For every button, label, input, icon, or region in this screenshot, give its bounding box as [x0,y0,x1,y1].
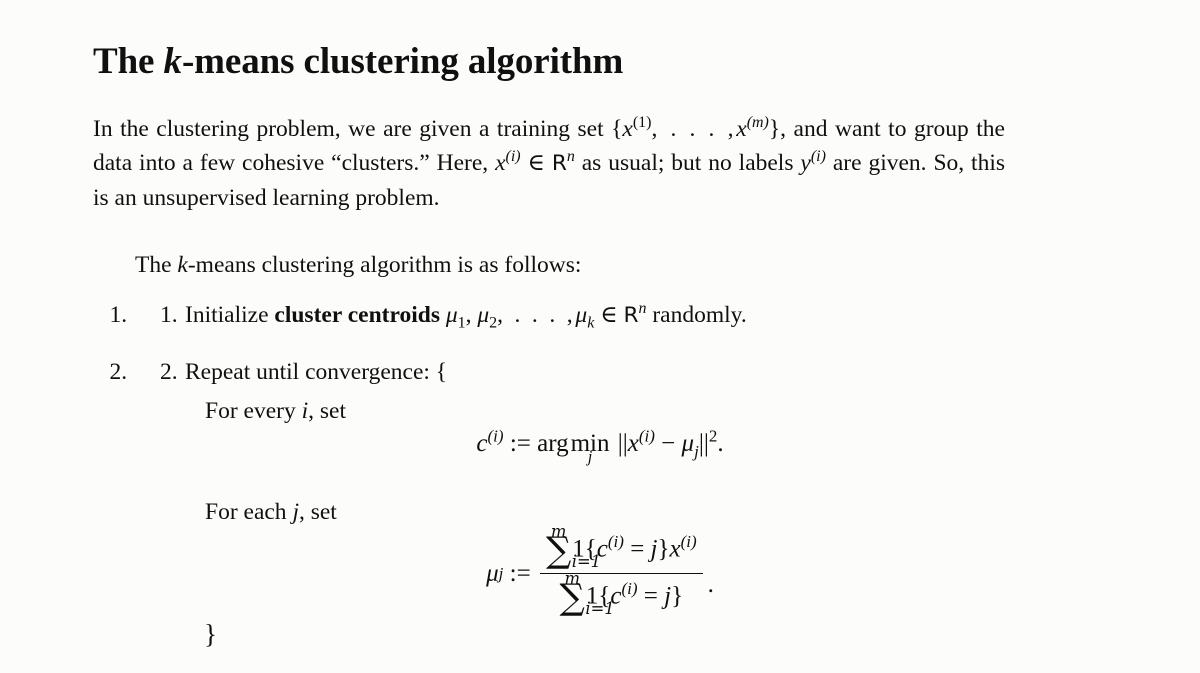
closing-brace: } [204,619,217,649]
eq2-den-c-superscript: (i) [621,579,638,598]
real-numbers-symbol-2: R [623,302,639,328]
intro-paragraph: In the clustering problem, we are given … [93,112,1005,216]
eq2-num-x: x [669,535,681,563]
eq2-numerator: ∑ m i=1 1{c(i) = j}x(i) [539,522,703,574]
intro-sentence-1: In the clustering problem, we are given … [93,115,612,142]
step-1-text-a: Initialize [185,301,275,328]
set-close-brace: } [768,115,781,142]
equation-assignment-c: c(i) := argmin j ||x(i) − μj||2. [0,426,1200,466]
mu-separator-1: , [465,301,478,328]
eq1-mu: μ [681,430,695,457]
eq1-period: . [717,430,724,457]
for-every-i-line: For every i, set [205,398,346,425]
eq2-den-sum-lower-limit: i=1 [585,598,615,618]
eq2-fraction: ∑ m i=1 1{c(i) = j}x(i) ∑ m i=1 1{c(i) = j} [539,522,703,618]
eq1-lhs-c: c [476,430,488,457]
mu-1: μ [445,301,458,328]
intro-sentence-3: as usual; but no labels [574,149,801,176]
eq2-num-x-superscript: (i) [680,532,697,551]
eq2-den-indicator-close: } [671,582,684,610]
mu-ellipsis: , . . . , [497,301,576,328]
title-prefix: The [93,40,164,82]
step-2-text: Repeat until convergence: { [185,358,448,385]
real-numbers-symbol-1: R [551,150,567,176]
eq1-arg-operator: arg [537,430,569,457]
x-m-superscript: (m) [746,113,769,131]
cluster-centroids-term: cluster centroids [274,301,440,328]
x-i-superscript: (i) [505,147,521,165]
y-i: y [800,149,811,176]
page-title: The k-means clustering algorithm [93,40,624,83]
algorithm-step-2: 2. Repeat until convergence: { [133,355,1083,389]
eq1-x: x [627,430,639,457]
y-i-superscript: (i) [810,147,826,165]
element-of-symbol-2: ∈ [600,301,618,328]
eq2-assign-operator: := [509,560,531,587]
mu-k: μ [575,301,588,328]
eq2-num-c-superscript: (i) [607,532,624,551]
eq2-num-equals: = [630,535,645,563]
for-each-j-prefix: For each [205,499,293,525]
x-first: x [622,115,633,142]
follows-k: k [177,251,188,278]
mu-2: μ [477,301,490,328]
algorithm-steps-list: 1.Initialize cluster centroids μ1, μ2, .… [93,298,1083,411]
x-i: x [495,149,506,176]
eq2-den-sum-upper-limit: m [564,568,580,588]
eq1-norm-open: || [617,430,628,457]
eq1-x-superscript: (i) [638,426,655,446]
x-first-superscript: (1) [632,113,652,131]
eq1-min-subscript-j: j [587,446,593,466]
step-1-text-b: randomly. [646,301,747,328]
eq1-norm-close: || [698,430,709,457]
mu-1-subscript: 1 [457,314,466,332]
eq2-num-sum-upper-limit: m [550,521,567,541]
document-page: The k-means clustering algorithm In the … [0,0,1200,673]
equation-centroid-update: μj := ∑ m i=1 1{c(i) = j}x(i) ∑ m i=1 1{c(i) =… [0,522,1200,618]
eq2-period: . [707,571,714,599]
ellipsis-1: , . . . , [651,115,737,142]
real-dim-n-1: n [566,147,575,165]
algorithm-intro-line: The k-means clustering algorithm is as f… [93,248,1005,282]
eq1-minus-operator: − [661,430,676,457]
eq2-num-j: j [650,535,658,563]
eq2-lhs-mu: μ [486,560,499,587]
eq2-lhs-subscript: j [498,564,504,583]
title-suffix: -means clustering algorithm [181,40,624,82]
for-every-i-prefix: For every [205,398,302,424]
step-2-number: 2. [160,358,178,385]
eq1-lhs-superscript: (i) [487,426,504,446]
eq2-num-indicator-close: } [657,535,670,563]
for-every-i-suffix: , set [308,398,346,424]
set-open-brace: { [611,115,623,142]
eq2-numerator-sum-symbol: ∑ m i=1 [546,522,601,571]
eq1-assign-operator: := [509,430,531,457]
title-math-k: k [163,40,183,82]
x-m: x [736,115,747,142]
mu-k-subscript: k [587,314,595,332]
eq1-min-operator-group: min j [571,430,610,466]
eq2-denominator-sum-symbol: ∑ m i=1 [560,569,615,618]
follows-suffix: -means clustering algorithm is as follow… [187,251,582,278]
eq2-denominator: ∑ m i=1 1{c(i) = j} [540,569,703,618]
eq2-den-equals: = [643,582,658,610]
step-1-number: 1. [160,301,178,328]
element-of-symbol-1: ∈ [527,149,545,176]
algorithm-step-1: 1.Initialize cluster centroids μ1, μ2, .… [133,298,1083,333]
for-each-j-line: For each j, set [205,499,337,526]
mu-2-subscript: 2 [489,314,498,332]
follows-prefix: The [135,251,178,278]
for-each-j-suffix: , set [298,499,337,525]
